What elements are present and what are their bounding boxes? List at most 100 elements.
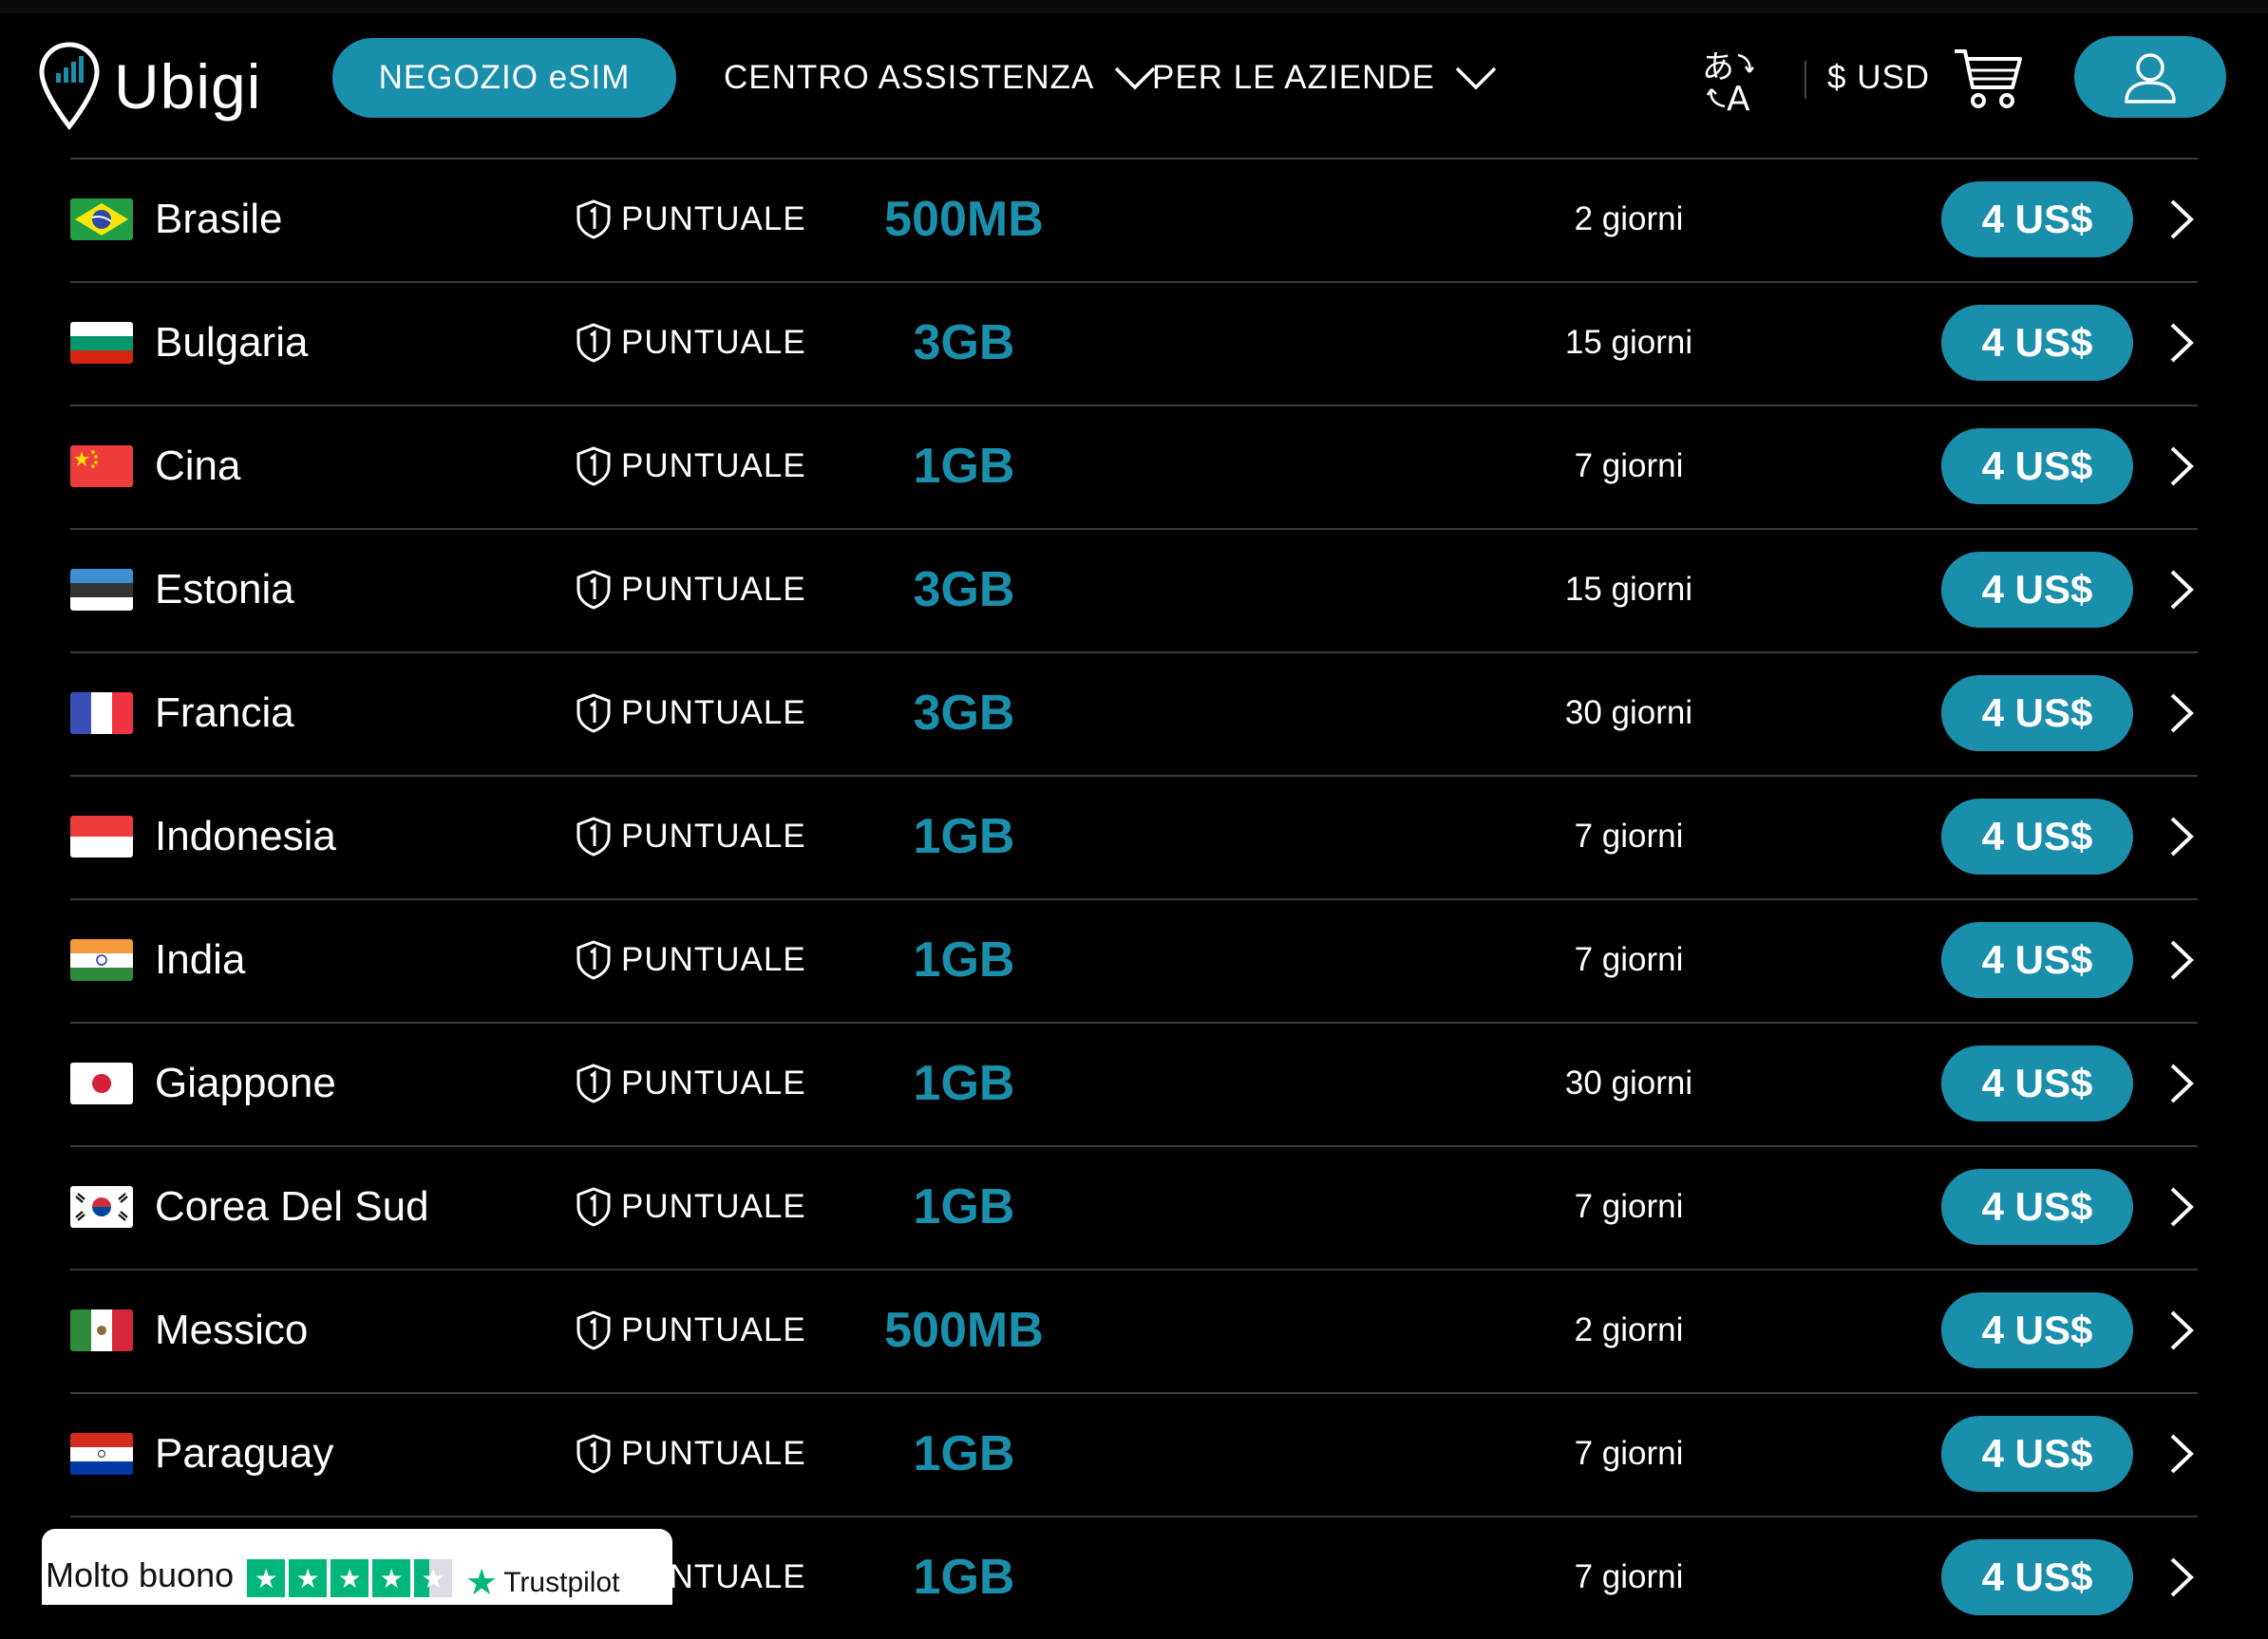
row-divider bbox=[70, 405, 2198, 406]
plan-type-badge: PUNTUALE bbox=[576, 528, 806, 651]
chevron-down-icon bbox=[1455, 66, 1497, 90]
plan-row[interactable]: Corea Del Sud PUNTUALE 1GB 7 giorni 4 US… bbox=[0, 1145, 2268, 1269]
plan-type-badge: PUNTUALE bbox=[576, 1022, 806, 1145]
plan-duration: 7 giorni bbox=[1574, 1558, 1684, 1595]
plan-row[interactable]: Messico PUNTUALE 500MB 2 giorni 4 US$ bbox=[0, 1269, 2268, 1392]
plan-duration: 30 giorni bbox=[1564, 1064, 1693, 1102]
france-flag bbox=[70, 692, 133, 734]
plan-row[interactable]: Bulgaria PUNTUALE 3GB 15 giorni 4 US$ bbox=[0, 281, 2268, 405]
price-button[interactable]: 4 US$ bbox=[1941, 675, 2133, 751]
brazil-flag bbox=[70, 198, 133, 240]
estonia-flag bbox=[70, 569, 133, 611]
data-amount: 1GB bbox=[913, 1179, 1015, 1234]
row-divider bbox=[70, 651, 2198, 653]
price-button[interactable]: 4 US$ bbox=[1941, 922, 2133, 998]
plan-type-label: PUNTUALE bbox=[621, 447, 806, 484]
plan-row[interactable]: India PUNTUALE 1GB 7 giorni 4 US$ bbox=[0, 898, 2268, 1022]
trustpilot-star-icon: ★ bbox=[465, 1563, 499, 1603]
star-icon: ★ bbox=[289, 1559, 328, 1597]
plan-type-badge: PUNTUALE bbox=[576, 775, 806, 898]
nav-support-menu[interactable]: CENTRO ASSISTENZA bbox=[724, 38, 1157, 118]
plan-duration: 15 giorni bbox=[1564, 571, 1693, 608]
row-divider bbox=[70, 158, 2198, 160]
china-flag bbox=[70, 445, 133, 487]
plan-duration: 30 giorni bbox=[1564, 694, 1693, 731]
plan-type-badge: PUNTUALE bbox=[576, 158, 806, 281]
price-button[interactable]: 4 US$ bbox=[1941, 1046, 2133, 1121]
site-header: Ubigi NEGOZIO eSIM CENTRO ASSISTENZA PER… bbox=[0, 13, 2268, 146]
brand-logo[interactable]: Ubigi bbox=[38, 34, 261, 139]
plan-type-badge: PUNTUALE bbox=[576, 898, 806, 1022]
price-button[interactable]: 4 US$ bbox=[1941, 799, 2133, 875]
data-amount: 1GB bbox=[913, 933, 1015, 988]
price-button[interactable]: 4 US$ bbox=[1941, 1539, 2133, 1615]
rating-text: Molto buono bbox=[46, 1555, 235, 1594]
plan-duration: 7 giorni bbox=[1574, 1188, 1684, 1225]
chevron-right-icon[interactable] bbox=[2167, 198, 2196, 240]
row-divider bbox=[70, 1269, 2198, 1271]
brand-name: Ubigi bbox=[114, 51, 262, 122]
chevron-right-icon[interactable] bbox=[2167, 569, 2196, 611]
cart-icon[interactable] bbox=[1952, 46, 2024, 112]
price-button[interactable]: 4 US$ bbox=[1941, 1292, 2133, 1368]
plan-type-badge: PUNTUALE bbox=[576, 1145, 806, 1269]
chevron-right-icon[interactable] bbox=[2167, 1556, 2196, 1598]
browser-top-strip bbox=[0, 0, 2268, 13]
chevron-right-icon[interactable] bbox=[2167, 1433, 2196, 1475]
chevron-right-icon[interactable] bbox=[2167, 445, 2196, 487]
data-amount: 1GB bbox=[913, 809, 1015, 864]
trustpilot-widget[interactable]: Molto buono ★ ★ ★ ★ ★ ★ Trustpilot bbox=[42, 1529, 672, 1605]
price-button[interactable]: 4 US$ bbox=[1941, 552, 2133, 628]
plan-row[interactable]: Indonesia PUNTUALE 1GB 7 giorni 4 US$ bbox=[0, 775, 2268, 898]
plan-type-label: PUNTUALE bbox=[621, 1311, 806, 1348]
chevron-down-icon bbox=[1115, 66, 1156, 90]
plan-row[interactable]: Paraguay PUNTUALE 1GB 7 giorni 4 US$ bbox=[0, 1392, 2268, 1516]
ubigi-pin-icon bbox=[39, 42, 100, 130]
shield-one-icon bbox=[576, 570, 611, 610]
paraguay-flag bbox=[70, 1433, 133, 1475]
chevron-right-icon[interactable] bbox=[2167, 322, 2196, 364]
price-button[interactable]: 4 US$ bbox=[1941, 428, 2133, 504]
data-amount: 3GB bbox=[913, 562, 1015, 617]
chevron-right-icon[interactable] bbox=[2167, 939, 2196, 981]
language-icon[interactable]: あ A bbox=[1700, 47, 1767, 114]
star-icon: ★ bbox=[331, 1559, 369, 1597]
plan-row[interactable]: Cina PUNTUALE 1GB 7 giorni 4 US$ bbox=[0, 405, 2268, 528]
plan-type-badge: PUNTUALE bbox=[576, 651, 806, 775]
plan-row[interactable]: Giappone PUNTUALE 1GB 30 giorni 4 US$ bbox=[0, 1022, 2268, 1145]
data-amount: 1GB bbox=[913, 439, 1015, 494]
country-name: Estonia bbox=[155, 566, 294, 612]
row-divider bbox=[70, 775, 2198, 777]
row-divider bbox=[70, 898, 2198, 900]
plan-row[interactable]: Estonia PUNTUALE 3GB 15 giorni 4 US$ bbox=[0, 528, 2268, 651]
trustpilot-brand: Trustpilot bbox=[503, 1566, 620, 1598]
nav-support-label: CENTRO ASSISTENZA bbox=[724, 59, 1095, 96]
plan-row[interactable]: Francia PUNTUALE 3GB 30 giorni 4 US$ bbox=[0, 651, 2268, 775]
plan-row[interactable]: Brasile PUNTUALE 500MB 2 giorni 4 US$ bbox=[0, 158, 2268, 281]
price-button[interactable]: 4 US$ bbox=[1941, 1169, 2133, 1245]
price-button[interactable]: 4 US$ bbox=[1941, 305, 2133, 381]
chevron-right-icon[interactable] bbox=[2167, 1063, 2196, 1104]
plan-duration: 2 giorni bbox=[1574, 200, 1684, 237]
plan-duration: 2 giorni bbox=[1574, 1311, 1684, 1348]
chevron-right-icon[interactable] bbox=[2167, 816, 2196, 857]
svg-text:A: A bbox=[1727, 80, 1750, 114]
price-button[interactable]: 4 US$ bbox=[1941, 1416, 2133, 1492]
chevron-right-icon[interactable] bbox=[2167, 1186, 2196, 1228]
country-name: Bulgaria bbox=[155, 319, 309, 366]
chevron-right-icon[interactable] bbox=[2167, 1309, 2196, 1351]
esim-store-button[interactable]: NEGOZIO eSIM bbox=[332, 38, 676, 118]
data-amount: 1GB bbox=[913, 1056, 1015, 1111]
country-name: Messico bbox=[155, 1307, 309, 1353]
chevron-right-icon[interactable] bbox=[2167, 692, 2196, 734]
currency-selector[interactable]: $ USD bbox=[1827, 38, 1930, 118]
account-button[interactable] bbox=[2074, 36, 2226, 118]
nav-business-menu[interactable]: PER LE AZIENDE bbox=[1152, 38, 1498, 118]
data-amount: 3GB bbox=[913, 686, 1015, 741]
plan-type-badge: PUNTUALE bbox=[576, 1269, 806, 1392]
shield-one-icon bbox=[576, 817, 611, 857]
data-amount: 3GB bbox=[913, 315, 1015, 370]
japan-flag bbox=[70, 1063, 133, 1104]
shield-one-icon bbox=[576, 1310, 611, 1350]
price-button[interactable]: 4 US$ bbox=[1941, 181, 2133, 257]
